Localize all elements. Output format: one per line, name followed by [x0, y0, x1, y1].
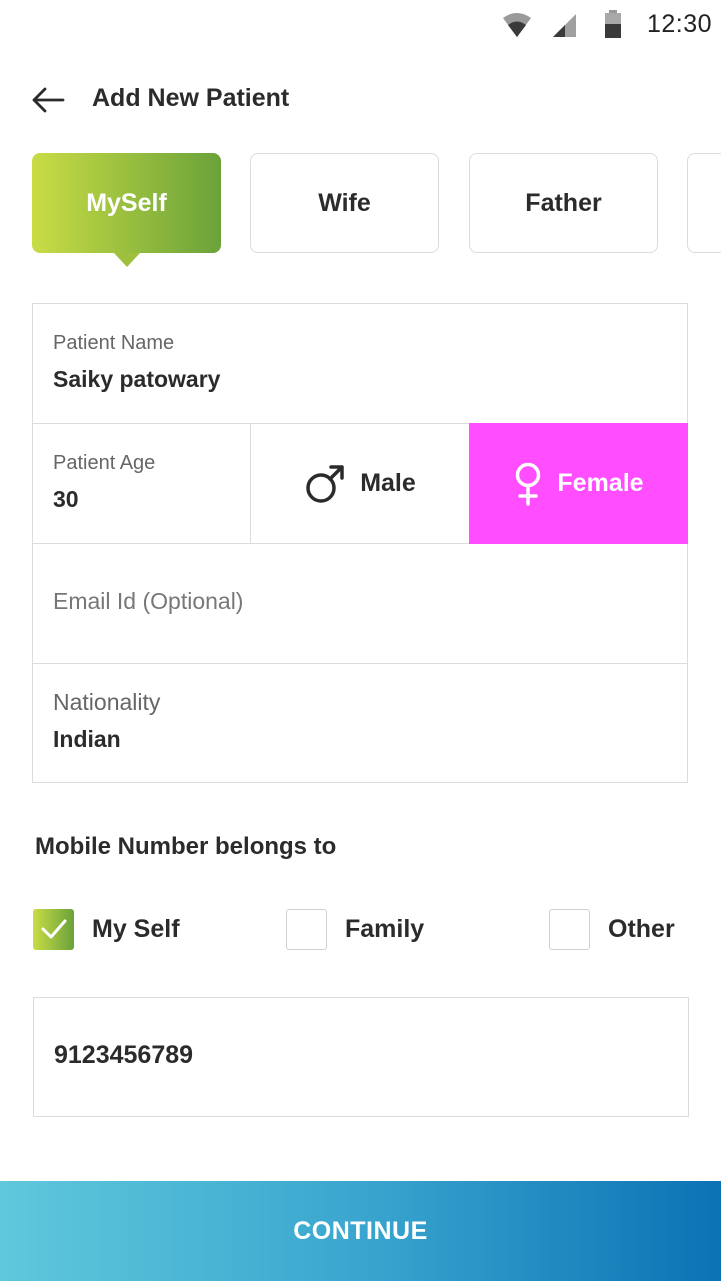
wifi-icon: [503, 13, 531, 37]
email-placeholder: Email Id (Optional): [53, 588, 244, 614]
female-icon: [516, 462, 541, 506]
nationality-field[interactable]: Nationality Indian: [33, 664, 687, 784]
continue-button[interactable]: CONTINUE: [0, 1181, 721, 1281]
email-field[interactable]: Email Id (Optional): [33, 544, 687, 664]
nationality-value: Indian: [53, 726, 121, 752]
patient-name-label: Patient Name: [53, 332, 175, 354]
myself-checkbox[interactable]: [33, 908, 74, 950]
mobile-number-field[interactable]: 9123456789: [33, 997, 689, 1117]
family-checkbox[interactable]: [286, 908, 327, 950]
gender-female-label: Female: [557, 469, 644, 497]
tab-label: Father: [525, 188, 602, 217]
age-gender-row: Patient Age 30 Male Female: [33, 423, 688, 544]
patient-form: Patient Name Saiky patowary Patient Age …: [32, 303, 688, 783]
tab-myself[interactable]: MySelf: [32, 153, 221, 267]
other-checkbox[interactable]: [549, 908, 590, 950]
mobile-owner-heading: Mobile Number belongs to: [35, 833, 337, 860]
checkmark-icon: [41, 919, 66, 939]
mobile-number-value: 9123456789: [54, 1041, 194, 1069]
male-icon: [306, 464, 344, 503]
nationality-label: Nationality: [53, 689, 161, 715]
back-button[interactable]: [28, 80, 68, 120]
battery-icon: [605, 10, 621, 38]
relation-tabs: MySelf Wife Father: [0, 152, 721, 272]
status-time: 12:30: [647, 10, 713, 38]
tab-label: MySelf: [86, 188, 167, 217]
page-title: Add New Patient: [92, 84, 290, 112]
patient-age-value: 30: [53, 486, 79, 512]
owner-label: Other: [608, 914, 675, 943]
continue-label: CONTINUE: [293, 1216, 428, 1245]
tab-father[interactable]: Father: [469, 153, 658, 253]
status-bar: 12:30: [0, 0, 721, 50]
owner-label: Family: [345, 914, 425, 943]
gender-female-option[interactable]: Female: [469, 423, 688, 544]
patient-name-value: Saiky patowary: [53, 366, 221, 392]
gender-male-label: Male: [360, 469, 416, 497]
tab-next-partial[interactable]: [687, 153, 721, 253]
patient-age-label: Patient Age: [53, 452, 156, 474]
tab-wife[interactable]: Wife: [250, 153, 439, 253]
signal-icon: [553, 14, 576, 37]
gender-male-option[interactable]: Male: [251, 424, 469, 543]
owner-option-family[interactable]: Family: [286, 908, 424, 950]
back-arrow-icon: [32, 87, 65, 113]
patient-age-field[interactable]: Patient Age 30: [33, 424, 251, 543]
tab-label: Wife: [318, 188, 371, 217]
patient-name-field[interactable]: Patient Name Saiky patowary: [33, 304, 687, 424]
owner-option-other[interactable]: Other: [549, 908, 675, 950]
owner-label: My Self: [92, 914, 180, 943]
owner-option-myself[interactable]: My Self: [33, 908, 180, 950]
